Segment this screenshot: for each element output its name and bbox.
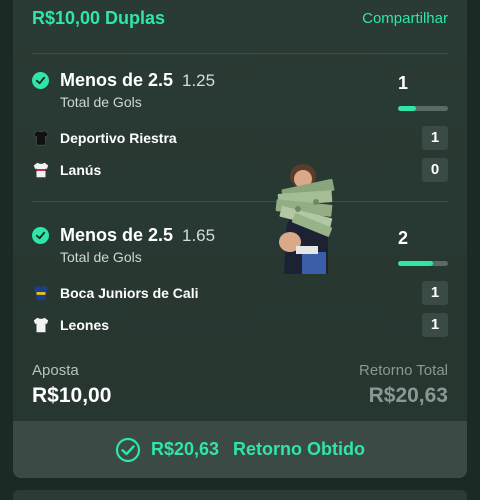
cashout-label: Retorno Obtido [233, 439, 366, 459]
team-row: Deportivo Riestra 1 [32, 126, 448, 152]
money-sticker-image [275, 164, 335, 274]
white-red-jersey-icon [33, 162, 49, 178]
odd-value: 1.25 [182, 71, 216, 90]
team-name: Lanús [60, 162, 102, 178]
stake-value: R$10,00 [32, 384, 112, 407]
team-name: Leones [60, 317, 110, 333]
team-name: Deportivo Riestra [60, 130, 177, 146]
divider [32, 201, 448, 202]
blue-yellow-jersey-icon [33, 285, 49, 301]
share-button[interactable]: Compartilhar [362, 10, 448, 27]
team-score: 1 [422, 126, 448, 150]
market-name: Menos de 2.5 [60, 70, 174, 90]
team-score: 1 [422, 313, 448, 337]
selection-2: Menos de 2.5 1.65 Total de Gols 2 [32, 225, 448, 285]
next-card-edge [13, 490, 467, 500]
check-circle-icon [32, 72, 49, 89]
team-row: Leones 1 [32, 313, 448, 339]
team-score: 1 [422, 281, 448, 305]
total-return-value: R$20,63 [368, 384, 448, 407]
goal-progress-fill [398, 106, 416, 111]
bet-header: R$10,00 Duplas Compartilhar [32, 8, 448, 30]
team-row: Boca Juniors de Cali 1 [32, 281, 448, 307]
cashout-banner: R$20,63 Retorno Obtido [13, 421, 467, 478]
market-name: Menos de 2.5 [60, 225, 174, 245]
goal-progress-fill [398, 261, 433, 266]
goal-progress-bar [398, 261, 448, 266]
cashout-amount: R$20,63 [150, 439, 220, 459]
odd-value: 1.65 [182, 226, 216, 245]
black-jersey-icon [33, 130, 49, 146]
goal-count: 2 [397, 228, 408, 248]
goal-progress-bar [398, 106, 448, 111]
bet-card: R$10,00 Duplas Compartilhar Menos de 2.5… [13, 0, 467, 478]
white-jersey-icon [33, 317, 49, 333]
stake-label: Aposta [32, 362, 79, 379]
selection-1: Menos de 2.5 1.25 Total de Gols 1 [32, 70, 448, 130]
market-type: Total de Gols [60, 94, 142, 110]
goal-count: 1 [397, 73, 408, 93]
team-name: Boca Juniors de Cali [60, 285, 199, 301]
check-circle-outline-icon [115, 437, 141, 462]
divider [32, 53, 448, 54]
team-row: Lanús 0 [32, 158, 448, 184]
total-return-label: Retorno Total [359, 362, 448, 379]
bet-title: R$10,00 Duplas [32, 8, 166, 28]
team-score: 0 [422, 158, 448, 182]
check-circle-icon [32, 227, 49, 244]
market-type: Total de Gols [60, 249, 142, 265]
